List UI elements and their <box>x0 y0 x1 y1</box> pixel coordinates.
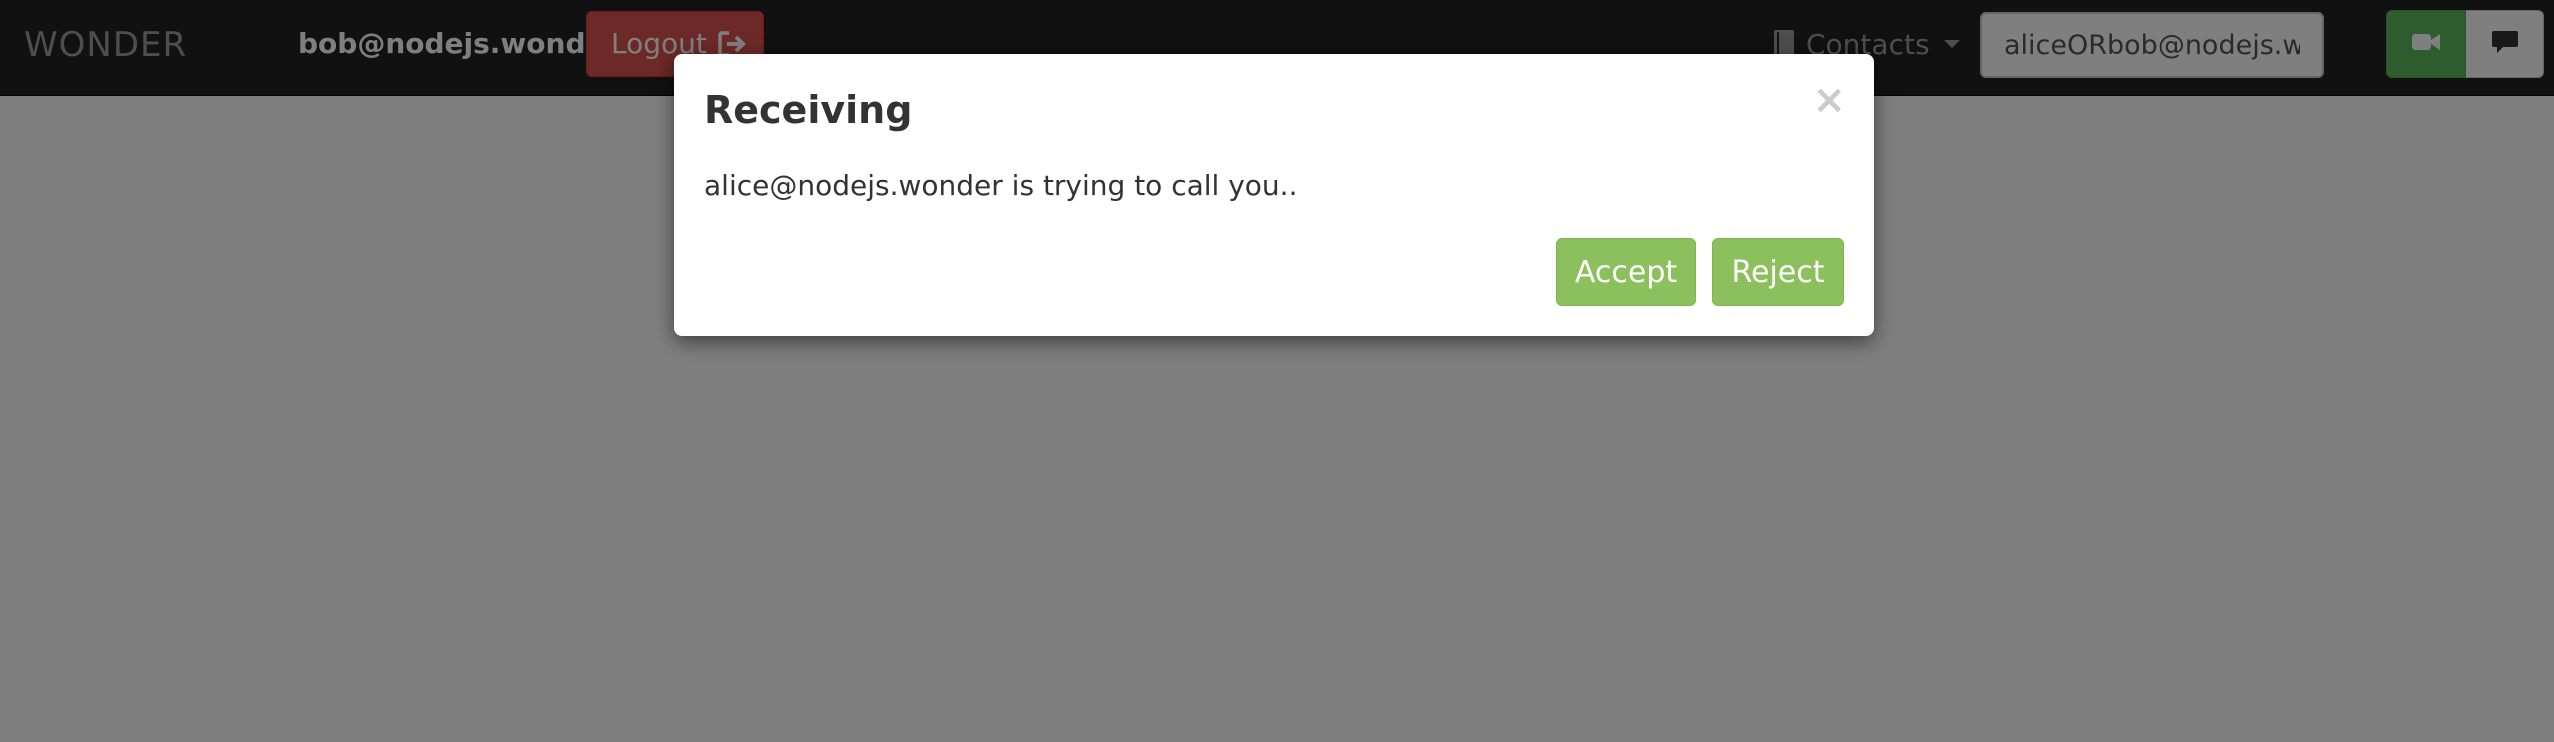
reject-button[interactable]: Reject <box>1712 238 1844 306</box>
incoming-call-message: alice@nodejs.wonder is trying to call yo… <box>704 169 1298 202</box>
modal-title: Receiving <box>704 88 913 132</box>
incoming-call-modal: Receiving × alice@nodejs.wonder is tryin… <box>674 54 1874 336</box>
close-icon[interactable]: × <box>1812 78 1846 122</box>
accept-button[interactable]: Accept <box>1556 238 1696 306</box>
